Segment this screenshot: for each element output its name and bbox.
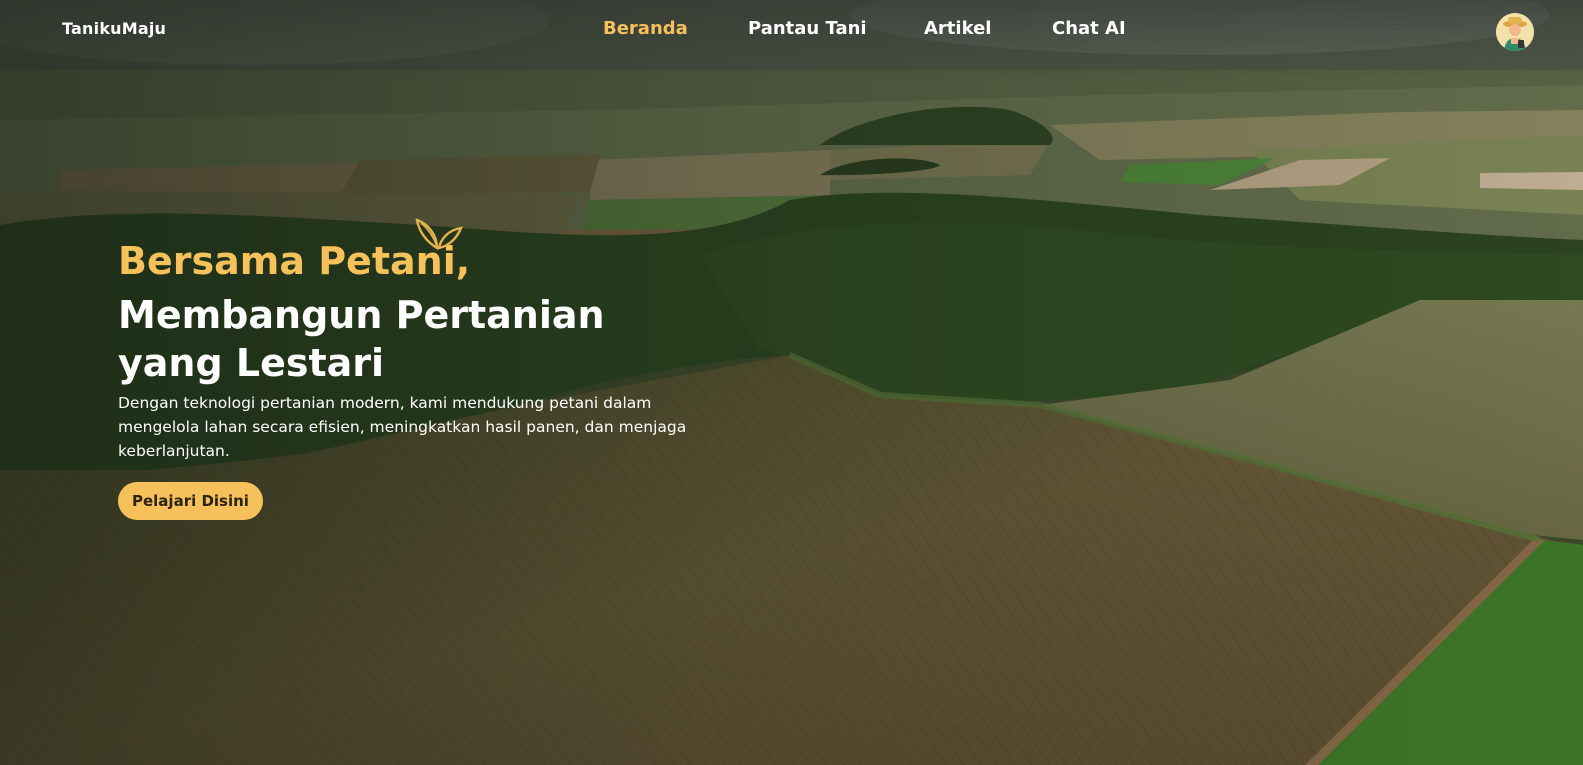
brand-logo[interactable]: TanikuMaju [62, 19, 166, 38]
avatar-illustration [1496, 13, 1534, 51]
headline-main: Membangun Pertanian yang Lestari [118, 293, 605, 385]
navbar: TanikuMaju Beranda Pantau Tani Artikel C… [0, 0, 1583, 62]
farmer-avatar-icon[interactable] [1496, 13, 1534, 51]
nav-item-chat-ai[interactable]: Chat AI [1052, 18, 1126, 39]
nav-item-beranda[interactable]: Beranda [603, 18, 688, 39]
learn-more-button[interactable]: Pelajari Disini [118, 482, 263, 520]
hero-content: Bersama Petani, Membangun Pertanian yang… [118, 218, 718, 520]
nav-item-artikel[interactable]: Artikel [924, 18, 991, 39]
hero-description: Dengan teknologi pertanian modern, kami … [118, 394, 687, 460]
hero-section: TanikuMaju Beranda Pantau Tani Artikel C… [0, 0, 1583, 765]
nav-item-pantau-tani[interactable]: Pantau Tani [748, 18, 867, 39]
leaf-sprout-icon [415, 218, 463, 250]
